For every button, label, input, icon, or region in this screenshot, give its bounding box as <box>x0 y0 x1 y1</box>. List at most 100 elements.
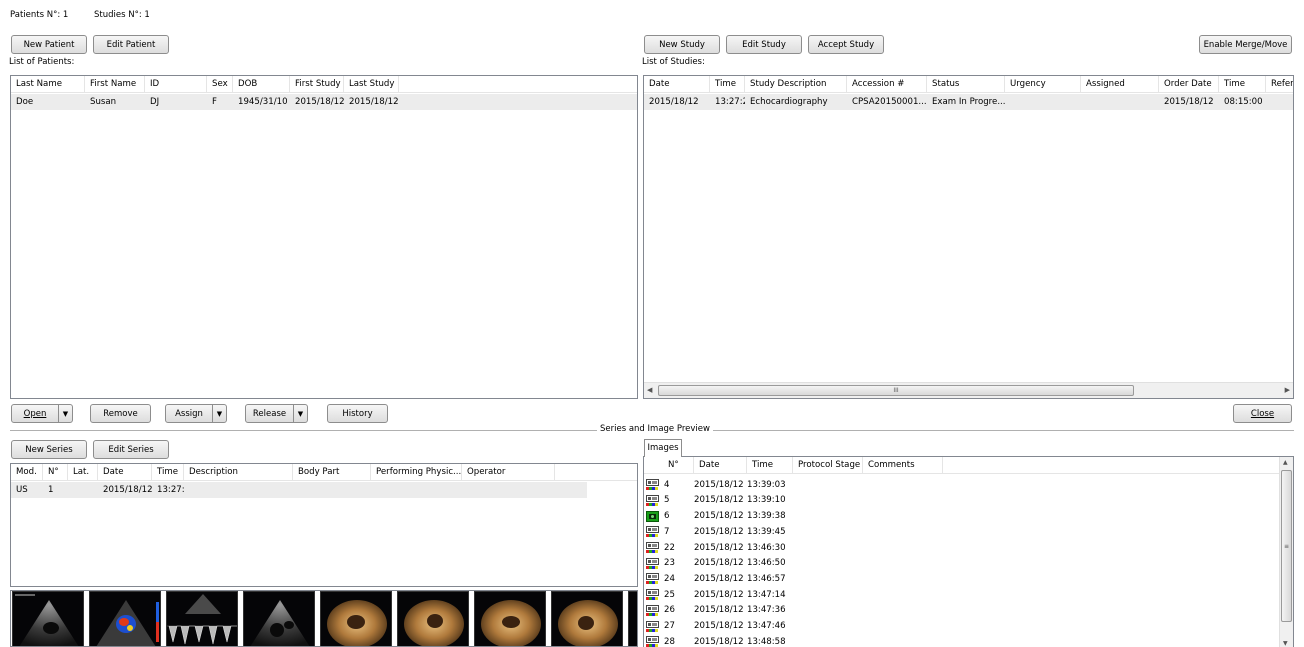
list-item[interactable]: 7 2015/18/12 13:39:45 <box>646 524 793 540</box>
enable-merge-move-button[interactable]: Enable Merge/Move <box>1199 35 1292 54</box>
col-time[interactable]: Time <box>747 457 793 473</box>
col-last-study[interactable]: Last Study <box>344 76 399 92</box>
scroll-thumb[interactable]: III <box>658 385 1134 396</box>
video-clip-icon <box>646 557 659 569</box>
remove-button[interactable]: Remove <box>90 404 151 423</box>
col-comments[interactable]: Comments <box>863 457 943 473</box>
assign-button[interactable]: Assign ▼ <box>165 404 227 423</box>
green-image-icon <box>646 510 659 522</box>
col-description[interactable]: Description <box>184 464 293 480</box>
thumbnail-ultrasound-2d[interactable] <box>12 591 84 646</box>
3d-render-image <box>327 600 387 646</box>
image-time: 13:48:58 <box>747 636 786 647</box>
scroll-right-icon[interactable]: ▶ <box>1285 386 1290 394</box>
col-referring[interactable]: Referr <box>1266 76 1293 92</box>
new-patient-button[interactable]: New Patient <box>11 35 87 54</box>
thumbnail-3d-render[interactable] <box>397 591 469 646</box>
col-number[interactable]: N° <box>644 457 694 473</box>
assign-dropdown-arrow-icon[interactable]: ▼ <box>213 405 226 422</box>
col-last-name[interactable]: Last Name <box>11 76 85 92</box>
scroll-down-icon[interactable]: ▼ <box>1283 640 1288 647</box>
col-time[interactable]: Time <box>152 464 184 480</box>
col-modality[interactable]: Mod. <box>11 464 43 480</box>
table-row[interactable]: US 1 2015/18/12 13:27:29 <box>11 482 587 498</box>
thumbnail-color-doppler[interactable] <box>89 591 161 646</box>
new-series-button[interactable]: New Series <box>11 440 87 459</box>
tab-images[interactable]: Images <box>644 439 682 457</box>
scroll-thumb[interactable]: ≡ <box>1281 470 1292 622</box>
list-item[interactable]: 27 2015/18/12 13:47:46 <box>646 618 793 634</box>
list-item[interactable]: 28 2015/18/12 13:48:58 <box>646 634 793 647</box>
edit-series-button[interactable]: Edit Series <box>93 440 169 459</box>
list-item[interactable]: 25 2015/18/12 13:47:14 <box>646 587 793 603</box>
release-button[interactable]: Release ▼ <box>245 404 308 423</box>
vertical-scrollbar[interactable]: ▲ ≡ ▼ <box>1279 457 1293 647</box>
video-clip-icon <box>646 636 659 647</box>
thumbnail-ultrasound-2d[interactable] <box>243 591 315 646</box>
col-sex[interactable]: Sex <box>207 76 233 92</box>
thumbnail-3d-render[interactable] <box>320 591 392 646</box>
new-study-button[interactable]: New Study <box>644 35 720 54</box>
col-first-name[interactable]: First Name <box>85 76 145 92</box>
col-order-time[interactable]: Time <box>1219 76 1266 92</box>
image-number: 4 <box>664 479 670 490</box>
images-list[interactable]: N° Date Time Protocol Stage Comments 4 20… <box>643 456 1294 647</box>
table-row[interactable]: Doe Susan DJ F 1945/31/10 2015/18/12 201… <box>11 94 637 110</box>
table-row[interactable]: 2015/18/12 13:27:29 Echocardiography CPS… <box>644 94 1293 110</box>
studies-list[interactable]: Date Time Study Description Accession # … <box>643 75 1294 399</box>
thumbnail-3d-render[interactable] <box>474 591 546 646</box>
col-protocol-stage[interactable]: Protocol Stage <box>793 457 863 473</box>
series-list[interactable]: Mod. N° Lat. Date Time Description Body … <box>10 463 638 587</box>
col-date[interactable]: Date <box>98 464 152 480</box>
col-id[interactable]: ID <box>145 76 207 92</box>
release-dropdown-arrow-icon[interactable]: ▼ <box>294 405 307 422</box>
col-number[interactable]: N° <box>43 464 68 480</box>
scroll-left-icon[interactable]: ◀ <box>647 386 652 394</box>
col-assigned[interactable]: Assigned <box>1081 76 1159 92</box>
col-study-description[interactable]: Study Description <box>745 76 847 92</box>
patients-list[interactable]: Last Name First Name ID Sex DOB First St… <box>10 75 638 399</box>
col-body-part[interactable]: Body Part <box>293 464 371 480</box>
list-item[interactable]: 4 2015/18/12 13:39:03 <box>646 477 793 493</box>
col-urgency[interactable]: Urgency <box>1005 76 1081 92</box>
list-item[interactable]: 23 2015/18/12 13:46:50 <box>646 556 793 572</box>
horizontal-scrollbar[interactable]: ◀ III ▶ <box>644 382 1293 398</box>
open-button[interactable]: Open ▼ <box>11 404 73 423</box>
col-accession[interactable]: Accession # <box>847 76 927 92</box>
image-time: 13:46:57 <box>747 573 786 584</box>
edit-patient-button[interactable]: Edit Patient <box>93 35 169 54</box>
thumbnail-strip[interactable] <box>10 590 638 647</box>
list-item[interactable]: 6 2015/18/12 13:39:38 <box>646 508 793 524</box>
list-item[interactable]: 24 2015/18/12 13:46:57 <box>646 571 793 587</box>
col-first-study[interactable]: First Study <box>290 76 344 92</box>
studies-count: Studies N°: 1 <box>94 10 150 20</box>
col-status[interactable]: Status <box>927 76 1005 92</box>
image-number: 5 <box>664 495 670 506</box>
col-time[interactable]: Time <box>710 76 745 92</box>
col-operator[interactable]: Operator <box>462 464 555 480</box>
col-performing-physician[interactable]: Performing Physic... <box>371 464 462 480</box>
image-number: 26 <box>664 605 675 616</box>
image-date: 2015/18/12 <box>694 495 744 506</box>
col-date[interactable]: Date <box>644 76 710 92</box>
edit-study-button[interactable]: Edit Study <box>726 35 802 54</box>
close-button[interactable]: Close <box>1233 404 1292 423</box>
col-dob[interactable]: DOB <box>233 76 290 92</box>
col-date[interactable]: Date <box>694 457 747 473</box>
list-item[interactable]: 5 2015/18/12 13:39:10 <box>646 493 793 509</box>
list-item[interactable]: 22 2015/18/12 13:46:30 <box>646 540 793 556</box>
3d-render-image <box>558 600 618 646</box>
image-time: 13:39:38 <box>747 511 786 522</box>
thumbnail-ultrasound-2d[interactable] <box>628 591 637 646</box>
image-time: 13:46:50 <box>747 558 786 569</box>
col-laterality[interactable]: Lat. <box>68 464 98 480</box>
col-order-date[interactable]: Order Date <box>1159 76 1219 92</box>
thumbnail-3d-render[interactable] <box>551 591 623 646</box>
open-dropdown-arrow-icon[interactable]: ▼ <box>59 405 72 422</box>
thumbnail-spectral-doppler[interactable] <box>166 591 238 646</box>
accept-study-button[interactable]: Accept Study <box>808 35 884 54</box>
scroll-up-icon[interactable]: ▲ <box>1283 459 1288 466</box>
list-item[interactable]: 26 2015/18/12 13:47:36 <box>646 603 793 619</box>
history-button[interactable]: History <box>327 404 388 423</box>
video-clip-icon <box>646 479 659 491</box>
